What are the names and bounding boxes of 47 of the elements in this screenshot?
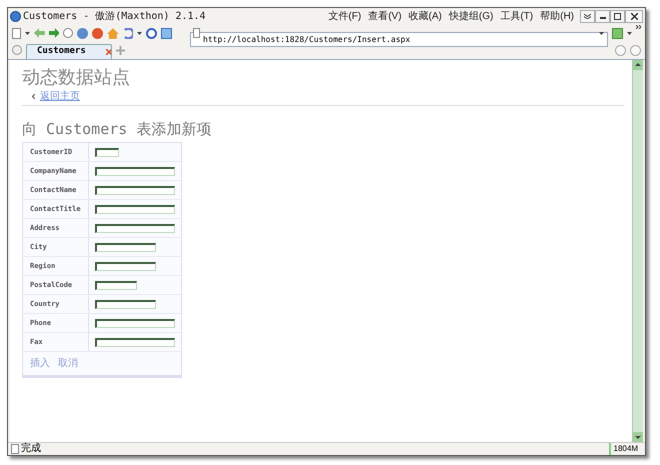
more-button[interactable] [580, 10, 595, 22]
menu-item[interactable]: 查看(V) [368, 8, 402, 24]
page-heading: 向 Customers 表添加新项 [22, 118, 212, 140]
input-field[interactable] [95, 242, 156, 252]
input-field[interactable] [95, 280, 137, 290]
page-icon [11, 444, 19, 454]
input-field[interactable] [95, 204, 175, 214]
menu-item[interactable]: 快捷组(G) [448, 8, 494, 24]
maximize-icon [614, 12, 621, 20]
input-field[interactable] [95, 186, 175, 194]
window-icon[interactable] [161, 28, 172, 38]
input-field[interactable] [95, 148, 119, 156]
status-text: 完成 [21, 444, 41, 454]
undo-icon[interactable] [122, 28, 134, 38]
minimize-button[interactable] [595, 10, 610, 22]
input-field[interactable] [95, 262, 156, 270]
menu-item[interactable]: 文件(F) [328, 8, 362, 24]
close-icon [630, 12, 638, 20]
dropdown-icon[interactable] [599, 32, 604, 34]
memory-usage: 1804M [608, 443, 642, 455]
menu-item[interactable]: 帮助(H) [540, 8, 574, 24]
caret-icon[interactable] [24, 32, 30, 34]
input-field[interactable] [95, 166, 175, 176]
page-icon [193, 28, 200, 38]
menu-item[interactable]: 收藏(A) [408, 8, 442, 24]
scroll-down-button[interactable] [633, 432, 643, 442]
tab[interactable]: Customers [26, 44, 112, 59]
chevron-icon[interactable] [636, 25, 641, 29]
scrollbar[interactable] [632, 60, 643, 442]
caret-icon[interactable] [627, 32, 632, 34]
close-button[interactable] [625, 10, 643, 22]
input-field[interactable] [95, 224, 175, 232]
menu-item[interactable]: 工具(T) [500, 8, 534, 24]
input-field[interactable] [95, 318, 175, 328]
chevron-icon [584, 14, 591, 18]
maximize-button[interactable] [610, 10, 625, 22]
address-field[interactable]: http://localhost:1828/Customers/Insert.aspx [190, 32, 608, 46]
scroll-up-button[interactable] [633, 60, 643, 70]
browser-logo-icon [10, 10, 21, 22]
minimize-icon [600, 16, 606, 18]
window-title: Customers - 傲游(Maxthon) 2.1.4 [23, 10, 206, 24]
close-icon[interactable] [106, 49, 111, 55]
forward-icon[interactable] [48, 28, 60, 38]
site-title: 动态数据站点 [22, 66, 131, 88]
caret-icon[interactable] [137, 32, 142, 34]
input-field[interactable] [95, 338, 175, 346]
input-field[interactable] [95, 300, 156, 308]
